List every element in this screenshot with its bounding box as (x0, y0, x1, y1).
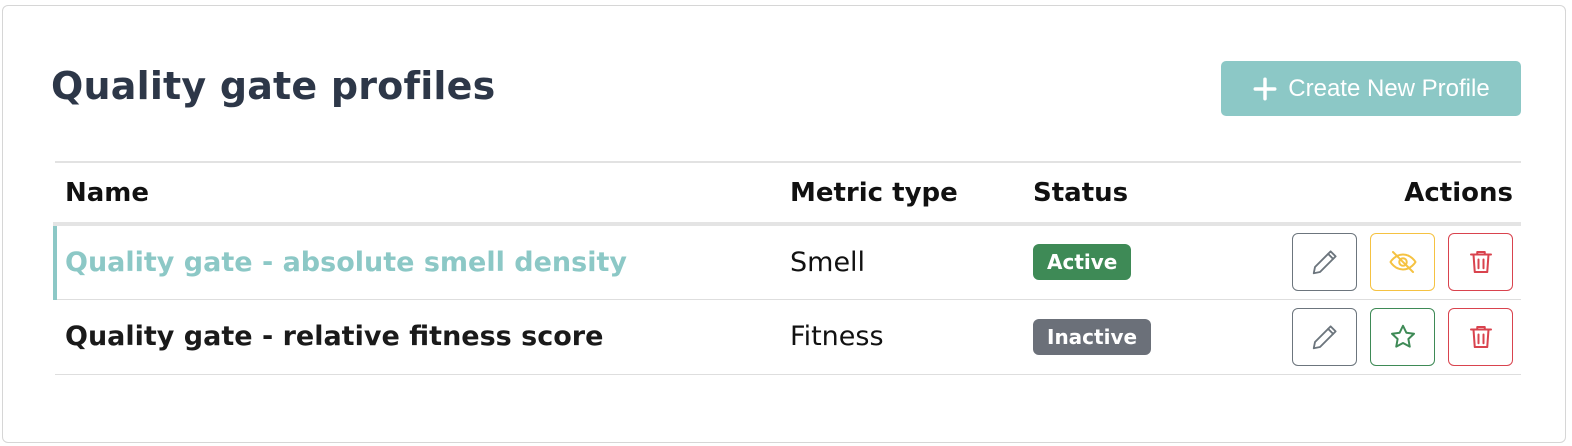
column-header-actions: Actions (1268, 162, 1521, 226)
profile-metric-type: Fitness (780, 299, 1023, 375)
create-new-profile-button[interactable]: Create New Profile (1221, 61, 1521, 116)
row-actions (1268, 224, 1521, 300)
profile-name[interactable]: Quality gate - absolute smell density (53, 224, 780, 300)
table-header-row: Name Metric type Status Actions (55, 162, 1521, 226)
profiles-card: Quality gate profiles Create New Profile… (2, 5, 1566, 443)
star-icon (1390, 324, 1415, 348)
trash-icon (1469, 325, 1492, 348)
pencil-icon (1312, 324, 1337, 349)
column-header-metric-type[interactable]: Metric type (780, 162, 1023, 226)
column-header-status[interactable]: Status (1023, 162, 1268, 226)
edit-button[interactable] (1292, 307, 1357, 366)
profile-status-cell: Inactive (1023, 299, 1268, 375)
column-header-name[interactable]: Name (55, 162, 780, 226)
pencil-icon (1312, 250, 1337, 275)
profiles-table: Name Metric type Status Actions Quality … (53, 161, 1521, 375)
eye-slash-icon (1389, 251, 1416, 274)
delete-button[interactable] (1448, 233, 1513, 292)
status-badge: Inactive (1033, 318, 1152, 355)
deactivate-button[interactable] (1370, 233, 1435, 292)
row-actions (1268, 299, 1521, 375)
page-title: Quality gate profiles (51, 64, 496, 108)
status-badge: Active (1033, 244, 1132, 281)
profile-metric-type: Smell (780, 224, 1023, 300)
delete-button[interactable] (1448, 307, 1513, 366)
table-row[interactable]: Quality gate - absolute smell density Sm… (53, 224, 1521, 300)
edit-button[interactable] (1292, 233, 1357, 292)
activate-button[interactable] (1370, 307, 1435, 366)
create-new-profile-label: Create New Profile (1288, 74, 1490, 102)
plus-icon (1253, 77, 1277, 100)
profile-name[interactable]: Quality gate - relative fitness score (55, 299, 780, 375)
table-row[interactable]: Quality gate - relative fitness score Fi… (55, 299, 1521, 375)
profile-status-cell: Active (1023, 224, 1268, 300)
trash-icon (1469, 251, 1492, 274)
